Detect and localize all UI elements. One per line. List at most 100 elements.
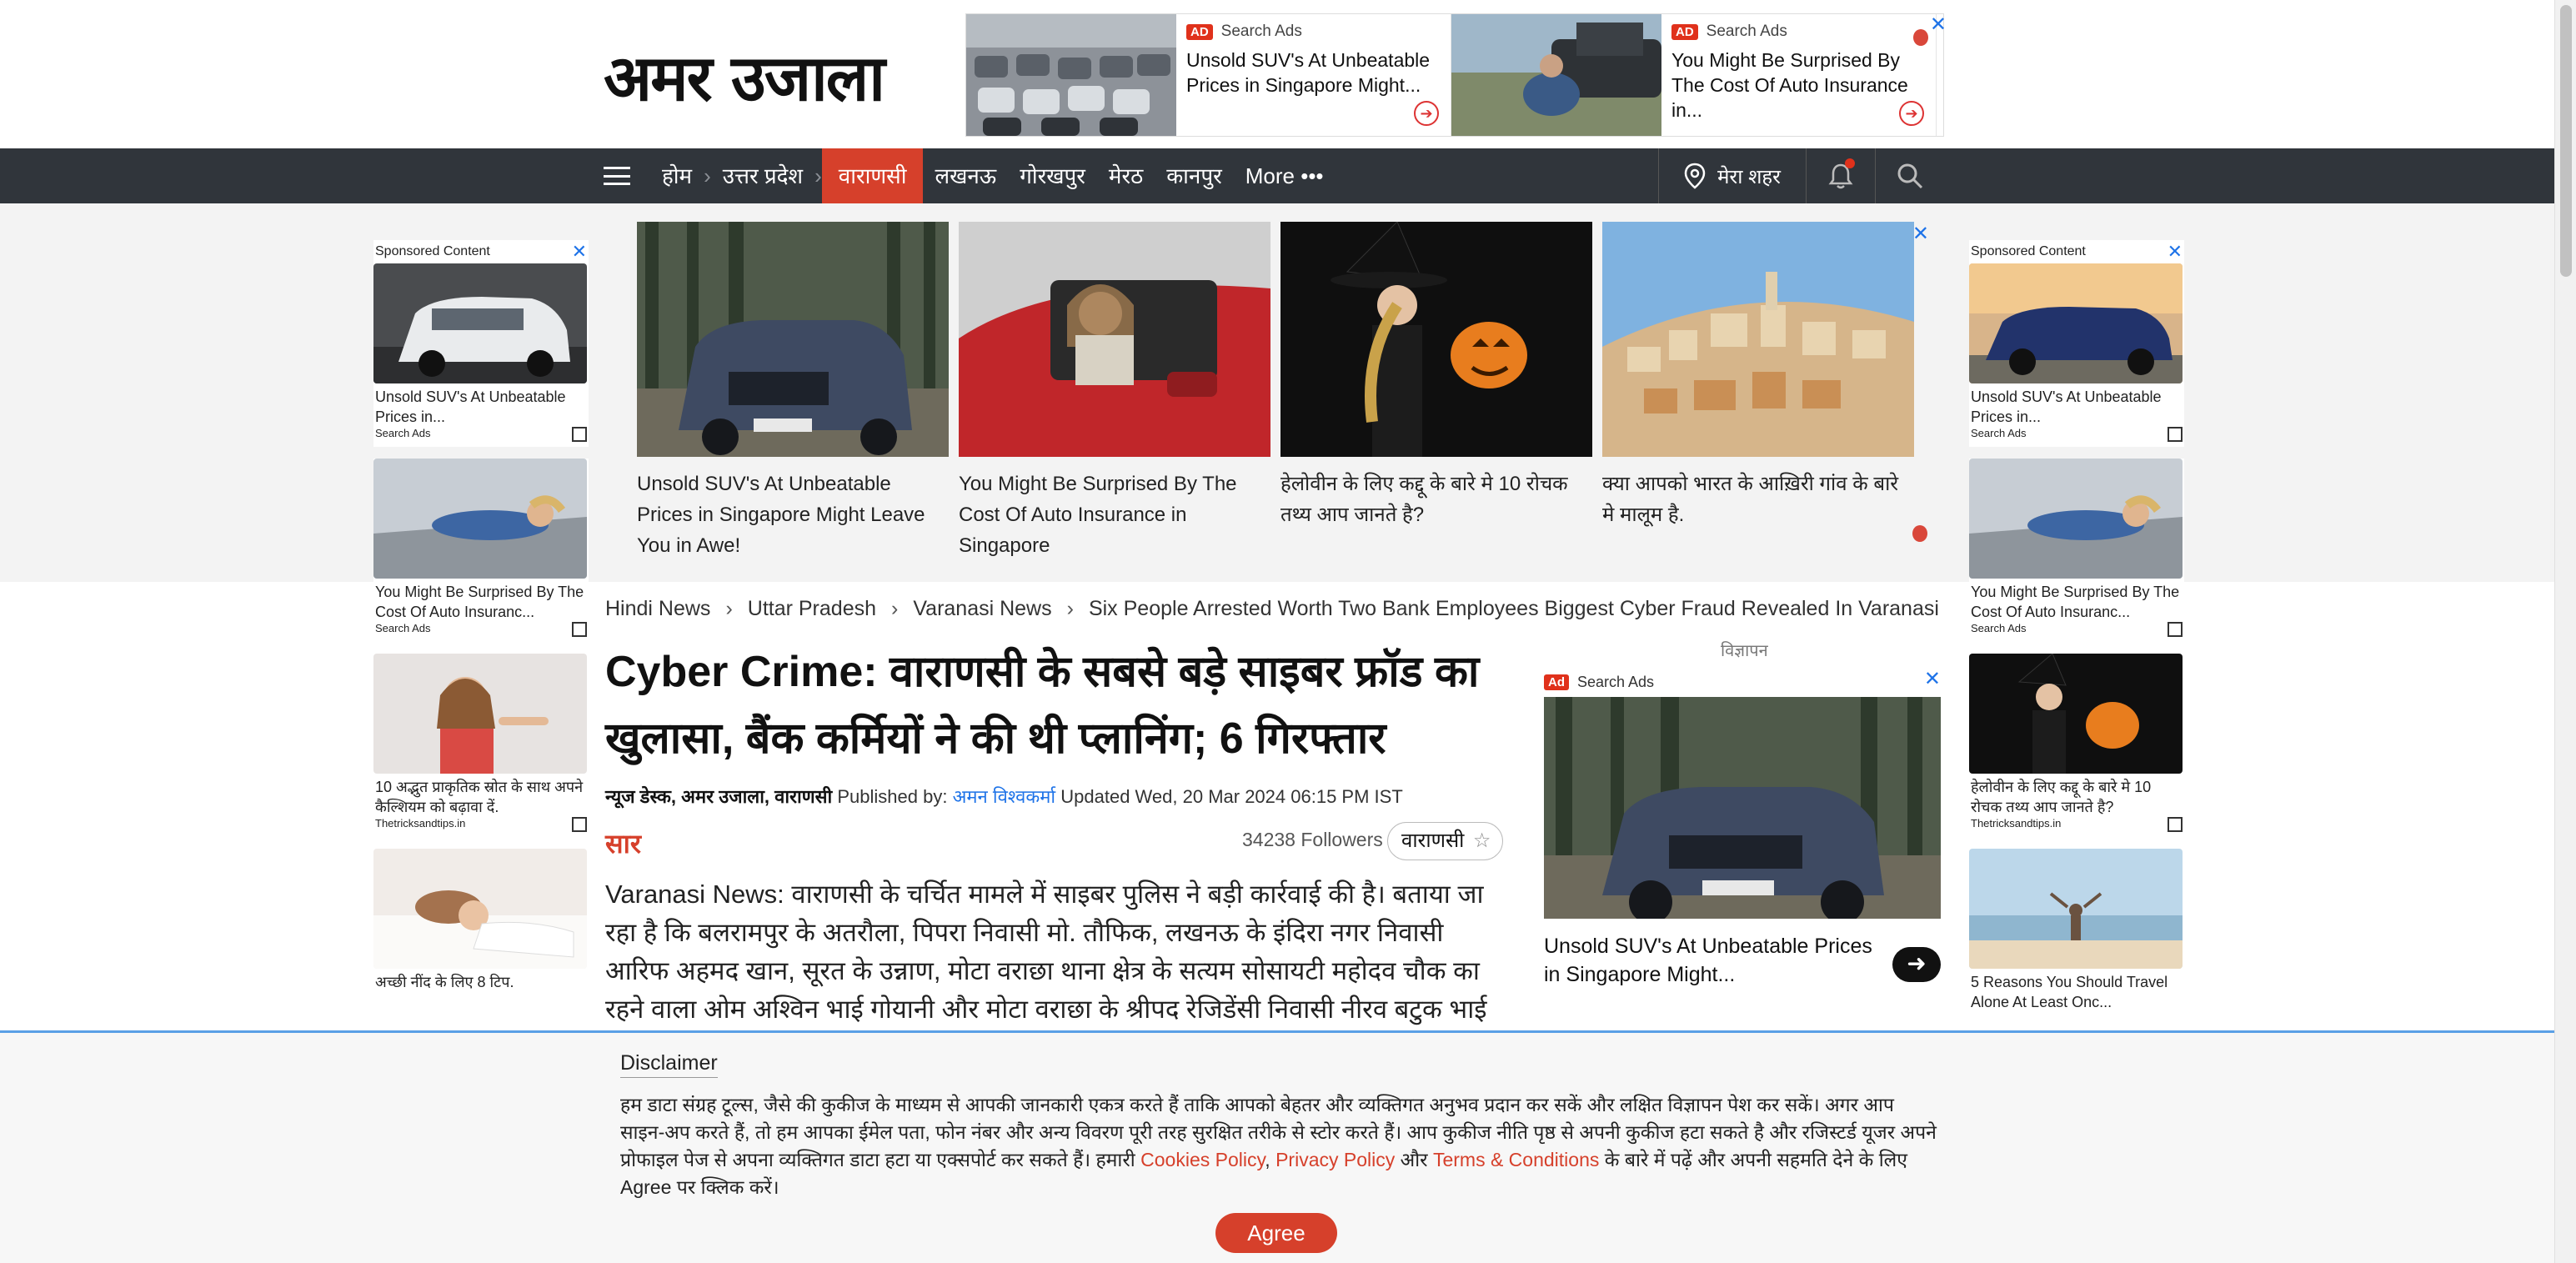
- sidebar-image-beach: [1969, 849, 2183, 969]
- chevron-right-icon: ›: [704, 163, 711, 188]
- arrow-right-icon[interactable]: ➔: [1414, 101, 1439, 126]
- nav-item-gorakhpur[interactable]: गोरखपुर: [1008, 148, 1097, 203]
- strip-title[interactable]: क्या आपको भारत के आख़िरी गांव के बारे मे…: [1602, 469, 1914, 530]
- breadcrumb-item[interactable]: Varanasi News: [913, 597, 1051, 621]
- arrow-right-icon[interactable]: ➔: [1899, 101, 1924, 126]
- sidebar-card[interactable]: Unsold SUV's At Unbeatable Prices in... …: [373, 263, 589, 447]
- sidebar-card-source: Thetricksandtips.in: [1971, 817, 2062, 829]
- nav-item-uttar-pradesh[interactable]: उत्तर प्रदेश: [711, 148, 814, 203]
- strip-title[interactable]: हेलोवीन के लिए कद्दू के बारे मे 10 रोचक …: [1280, 469, 1592, 530]
- article-body: Varanasi News: वाराणसी के चर्चित मामले म…: [605, 880, 1487, 1024]
- author-link[interactable]: अमन विश्वकर्मा: [953, 786, 1056, 807]
- nav-item-more[interactable]: More •••: [1234, 148, 1336, 203]
- adchoices-icon[interactable]: [1913, 29, 1928, 46]
- nav-item-kanpur[interactable]: कानपुर: [1155, 148, 1234, 203]
- nav-item-home[interactable]: होम: [650, 148, 704, 203]
- sidebar-header: Sponsored Content: [375, 244, 490, 258]
- sidebar-card-title: You Might Be Surprised By The Cost Of Au…: [375, 584, 584, 620]
- external-link-icon[interactable]: [2168, 427, 2183, 442]
- star-icon: ☆: [1472, 829, 1491, 852]
- ad-title[interactable]: You Might Be Surprised By The Cost Of Au…: [1671, 48, 1927, 123]
- strip-card[interactable]: Unsold SUV's At Unbeatable Prices in Sin…: [637, 222, 949, 561]
- close-icon[interactable]: ✕: [2168, 241, 2183, 263]
- sidebar-card[interactable]: You Might Be Surprised By The Cost Of Au…: [1969, 459, 2184, 642]
- chevron-right-icon: ›: [725, 597, 733, 620]
- my-city-label: मेरा शहर: [1717, 165, 1781, 188]
- strip-card[interactable]: You Might Be Surprised By The Cost Of Au…: [959, 222, 1270, 561]
- agree-button[interactable]: Agree: [1215, 1213, 1337, 1253]
- chevron-right-icon: ›: [1066, 597, 1074, 620]
- nav-item-lucknow[interactable]: लखनऊ: [923, 148, 1008, 203]
- sidebar-image-white-suv: [373, 263, 587, 383]
- sidebar-card-title: Unsold SUV's At Unbeatable Prices in...: [1971, 388, 2162, 425]
- notifications-button[interactable]: [1807, 148, 1875, 203]
- comma: ,: [1265, 1149, 1270, 1170]
- sidebar-card-source: Thetricksandtips.in: [375, 817, 466, 829]
- strip-image-suv: [637, 222, 949, 457]
- sidebar-card-title: 5 Reasons You Should Travel Alone At Lea…: [1971, 974, 2168, 1010]
- ad-title[interactable]: Unsold SUV's At Unbeatable Prices in Sin…: [1186, 48, 1442, 98]
- search-button[interactable]: [1876, 148, 1944, 203]
- privacy-policy-link[interactable]: Privacy Policy: [1275, 1149, 1395, 1170]
- close-icon[interactable]: ✕: [572, 241, 587, 263]
- location-pin-icon: [1684, 163, 1706, 189]
- summary-heading: सार: [605, 829, 642, 859]
- sidebar-card[interactable]: Unsold SUV's At Unbeatable Prices in... …: [1969, 263, 2184, 447]
- top-ad-card[interactable]: AD Search Ads You Might Be Surprised By T…: [1451, 14, 1937, 136]
- sidebar-image-blue-suv: [1969, 263, 2183, 383]
- site-logo[interactable]: अमर उजाला: [604, 33, 885, 119]
- sidebar-card-source: Search Ads: [1971, 622, 2027, 634]
- menu-icon[interactable]: [604, 167, 630, 185]
- strip-card[interactable]: क्या आपको भारत के आख़िरी गांव के बारे मे…: [1602, 222, 1914, 530]
- sidebar-card[interactable]: You Might Be Surprised By The Cost Of Au…: [373, 459, 589, 642]
- sidebar-image-halloween: [1969, 654, 2183, 774]
- strip-image-halloween: [1280, 222, 1592, 457]
- sidebar-card[interactable]: 5 Reasons You Should Travel Alone At Lea…: [1969, 849, 2184, 1012]
- sidebar-card[interactable]: अच्छी नींद के लिए 8 टिप.: [373, 849, 589, 1012]
- chevron-right-icon: ›: [891, 597, 899, 620]
- scrollbar-thumb[interactable]: [2560, 5, 2572, 277]
- followers-count: 34238 Followers: [1242, 829, 1383, 850]
- adchoices-icon[interactable]: [1912, 525, 1927, 542]
- strip-title[interactable]: Unsold SUV's At Unbeatable Prices in Sin…: [637, 469, 949, 561]
- strip-card[interactable]: हेलोवीन के लिए कद्दू के बारे मे 10 रोचक …: [1280, 222, 1592, 530]
- external-link-icon[interactable]: [572, 427, 587, 442]
- ad-title: Unsold SUV's At Unbeatable Prices in Sin…: [1544, 935, 1872, 986]
- sidebar-image-surprised-woman: [373, 654, 587, 774]
- breadcrumb-item[interactable]: Uttar Pradesh: [748, 597, 876, 621]
- top-ad-card[interactable]: AD Search Ads Unsold SUV's At Unbeatable …: [966, 14, 1451, 136]
- follow-topic-button[interactable]: वाराणसी ☆: [1387, 822, 1504, 860]
- sidebar-image-woman-hood: [373, 459, 587, 579]
- advertisement-label: विज्ञापन: [1721, 642, 1768, 660]
- strip-image-woman-car: [959, 222, 1270, 457]
- site-header: अमर उजाला AD Search Ads Unsold SUV's At U…: [0, 0, 2554, 148]
- external-link-icon[interactable]: [2168, 817, 2183, 832]
- close-icon[interactable]: ✕: [1912, 222, 1929, 246]
- right-ad[interactable]: Ad Search Ads ✕ Unsold SUV's At Unbeatab…: [1544, 667, 1941, 1017]
- follow-topic-label: वाराणसी: [1401, 829, 1465, 852]
- external-link-icon[interactable]: [572, 817, 587, 832]
- cookie-disclaimer: Disclaimer हम डाटा संग्रह टूल्स, जैसे की…: [0, 1030, 2554, 1263]
- chevron-right-icon: ›: [814, 163, 822, 188]
- nav-item-varanasi[interactable]: वाराणसी: [821, 148, 924, 203]
- external-link-icon[interactable]: [2168, 622, 2183, 637]
- sidebar-card[interactable]: हेलोवीन के लिए कद्दू के बारे मे 10 रोचक …: [1969, 654, 2184, 837]
- my-city-button[interactable]: मेरा शहर: [1659, 163, 1806, 190]
- strip-title[interactable]: You Might Be Surprised By The Cost Of Au…: [959, 469, 1270, 561]
- arrow-right-icon[interactable]: ➜: [1892, 947, 1941, 982]
- close-icon[interactable]: ✕: [1924, 667, 1941, 691]
- close-icon[interactable]: ✕: [1930, 13, 1947, 37]
- breadcrumb-current: Six People Arrested Worth Two Bank Emplo…: [1088, 597, 1939, 620]
- terms-link[interactable]: Terms & Conditions: [1433, 1149, 1599, 1170]
- page-scrollbar[interactable]: [2554, 0, 2576, 1263]
- external-link-icon[interactable]: [572, 622, 587, 637]
- cookies-policy-link[interactable]: Cookies Policy: [1140, 1149, 1265, 1170]
- sidebar-image-woman-hood: [1969, 459, 2183, 579]
- nav-item-meerut[interactable]: मेरठ: [1097, 148, 1155, 203]
- breadcrumb-item[interactable]: Hindi News: [605, 597, 710, 621]
- strip-image-village: [1602, 222, 1914, 457]
- sidebar-card-source: Search Ads: [375, 427, 431, 439]
- sidebar-card[interactable]: 10 अद्भुत प्राकृतिक स्रोत के साथ अपने कै…: [373, 654, 589, 837]
- top-ad-banner: AD Search Ads Unsold SUV's At Unbeatable …: [965, 13, 1947, 137]
- updated-time: Updated Wed, 20 Mar 2024 06:15 PM IST: [1060, 786, 1403, 807]
